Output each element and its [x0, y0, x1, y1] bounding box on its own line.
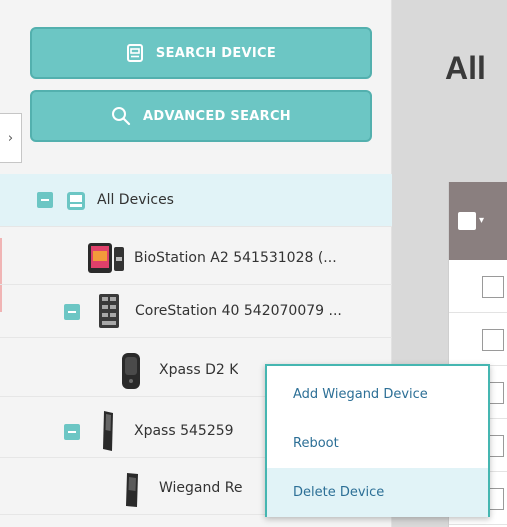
sidebar-collapse-toggle[interactable]: ›: [0, 113, 22, 163]
device-context-menu: Add Wiegand Device Reboot Delete Device: [265, 364, 490, 517]
table-row[interactable]: [449, 313, 507, 366]
chevron-down-icon[interactable]: ▾: [479, 215, 484, 226]
xpass-icon: [101, 411, 115, 455]
table-row[interactable]: [449, 260, 507, 313]
chevron-right-icon: ›: [7, 130, 14, 146]
collapse-minus-icon[interactable]: [64, 424, 80, 440]
advanced-search-label: ADVANCED SEARCH: [143, 108, 291, 124]
menu-item-add-wiegand-device[interactable]: Add Wiegand Device: [267, 370, 488, 419]
biostation-icon: [88, 243, 124, 277]
tree-label: Wiegand Re: [159, 480, 243, 496]
tree-item-corestation[interactable]: CoreStation 40 542070079 ...: [0, 285, 392, 338]
menu-item-label: Add Wiegand Device: [293, 387, 428, 402]
tree-label: All Devices: [97, 192, 174, 208]
search-device-button[interactable]: SEARCH DEVICE: [30, 27, 372, 79]
corestation-icon: [99, 294, 119, 332]
tree-label: Xpass 545259: [134, 423, 234, 439]
menu-item-label: Reboot: [293, 436, 339, 451]
group-icon: [66, 191, 86, 215]
tree-label: CoreStation 40 542070079 ...: [135, 303, 342, 319]
page-title: All: [445, 50, 486, 86]
row-checkbox[interactable]: [482, 276, 504, 298]
tree-label: BioStation A2 541531028 (...: [134, 250, 337, 266]
row-checkbox[interactable]: [482, 329, 504, 351]
collapse-minus-icon[interactable]: [37, 192, 53, 208]
advanced-search-button[interactable]: ADVANCED SEARCH: [30, 90, 372, 142]
tree-label: Xpass D2 K: [159, 362, 239, 378]
search-device-icon: [126, 44, 144, 62]
menu-item-delete-device[interactable]: Delete Device: [267, 468, 488, 517]
tree-item-all-devices[interactable]: All Devices: [0, 174, 392, 227]
tree-item-biostation[interactable]: BioStation A2 541531028 (...: [0, 232, 392, 285]
search-device-label: SEARCH DEVICE: [155, 45, 277, 61]
menu-item-reboot[interactable]: Reboot: [267, 419, 488, 468]
collapse-minus-icon[interactable]: [64, 304, 80, 320]
table-header: ▾: [449, 182, 507, 260]
magnifier-icon: [111, 106, 131, 126]
menu-item-label: Delete Device: [293, 485, 385, 500]
xpass-d2-icon: [121, 353, 141, 393]
select-all-checkbox[interactable]: [458, 212, 476, 230]
wiegand-reader-icon: [124, 473, 140, 511]
